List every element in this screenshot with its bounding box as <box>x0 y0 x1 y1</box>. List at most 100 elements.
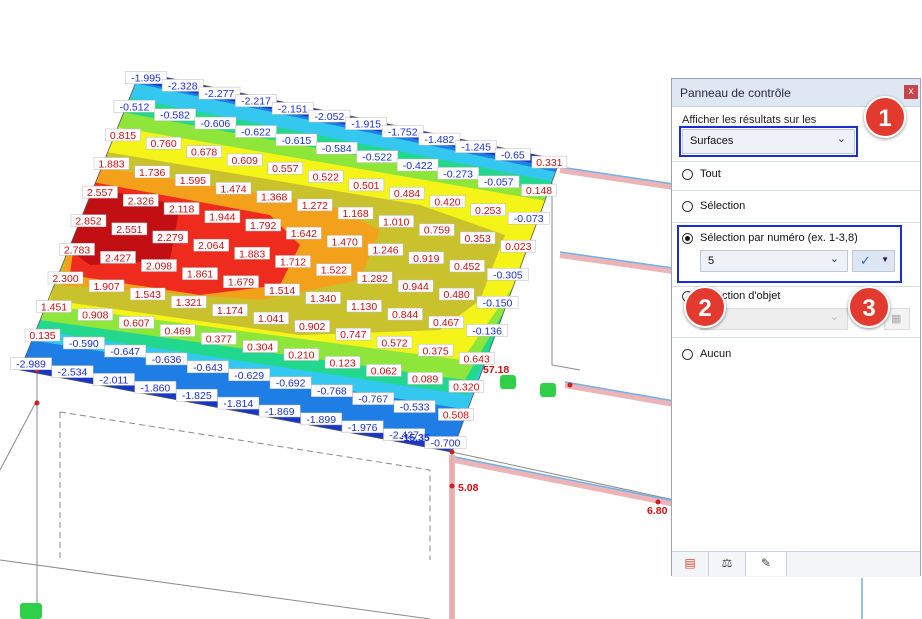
value-label: 0.522 <box>313 172 339 184</box>
tab-balance[interactable]: ⚖ <box>709 552 746 576</box>
value-label: 0.747 <box>340 329 366 341</box>
value-label: -0.692 <box>276 378 306 390</box>
value-label: -2.151 <box>278 103 308 115</box>
tab-results[interactable]: ▤ <box>672 552 709 576</box>
value-label: 1.130 <box>351 301 377 313</box>
value-label: 0.062 <box>371 365 397 377</box>
value-label: 1.792 <box>250 220 276 232</box>
radio-aucun[interactable] <box>682 349 693 360</box>
value-label: -0.512 <box>120 101 150 113</box>
badge-1: 1 <box>864 96 906 138</box>
value-label: 0.023 <box>505 241 531 253</box>
value-label: 0.480 <box>443 289 469 301</box>
value-label: 1.907 <box>93 281 119 293</box>
value-label: -1.825 <box>182 390 212 402</box>
select-in-view-button[interactable]: ✓ ▼ <box>852 250 895 272</box>
value-label: 0.609 <box>232 155 258 167</box>
value-label: 0.148 <box>526 185 552 197</box>
value-label: 0.467 <box>433 317 459 329</box>
pick-objects-icon: ▦ <box>891 313 902 325</box>
value-label: 1.944 <box>209 212 235 224</box>
value-label: 0.501 <box>353 180 379 192</box>
chevron-down-icon: ⌄ <box>829 253 839 265</box>
value-label: 1.010 <box>383 216 409 228</box>
value-label: 1.736 <box>139 167 165 179</box>
value-label: 1.883 <box>98 159 124 171</box>
value-label: 0.908 <box>82 310 108 322</box>
value-label: 1.282 <box>362 273 388 285</box>
value-label: 0.678 <box>191 147 217 159</box>
value-6-80: 6.80 <box>647 505 668 517</box>
value-label: 0.944 <box>403 281 429 293</box>
value-label: -0.647 <box>110 346 140 358</box>
value-label: 2.326 <box>128 195 154 207</box>
value-label: -2.328 <box>168 80 198 92</box>
value-label: -0.136 <box>472 325 502 337</box>
value-label: -0.629 <box>234 370 264 382</box>
radio-selection[interactable] <box>682 201 693 212</box>
separator <box>672 190 920 191</box>
value-label: 1.543 <box>135 289 161 301</box>
radio-tout[interactable] <box>682 169 693 180</box>
badge-2: 2 <box>684 286 726 328</box>
value-label: 0.353 <box>464 233 490 245</box>
value-label: 0.919 <box>413 253 439 265</box>
value-label: 0.452 <box>454 261 480 273</box>
close-button[interactable]: x <box>904 85 918 99</box>
value-label: -0.700 <box>431 438 461 450</box>
value-label: -1.869 <box>265 406 295 418</box>
radio-par-numero[interactable] <box>682 233 693 244</box>
value-label: 2.098 <box>146 261 172 273</box>
value-label: 0.375 <box>422 345 448 357</box>
edit-display-icon: ✎ <box>760 556 772 570</box>
value-label: -2.277 <box>205 88 235 100</box>
badge-3: 3 <box>848 286 890 328</box>
value-label: -0.582 <box>160 110 190 122</box>
value-label: 0.572 <box>381 337 407 349</box>
value-15-35: -15.35 <box>400 432 430 444</box>
value-label: -0.643 <box>193 362 223 374</box>
value-label: 0.123 <box>329 357 355 369</box>
value-label: 1.168 <box>342 208 368 220</box>
value-label: -1.245 <box>461 142 491 154</box>
value-label: 0.844 <box>392 309 418 321</box>
surfaces-dropdown[interactable]: Surfaces ⌄ <box>682 129 855 154</box>
value-label: -0.150 <box>483 297 513 309</box>
value-label: 0.135 <box>29 330 55 342</box>
value-label: 2.064 <box>198 240 224 252</box>
value-label: 0.759 <box>424 225 450 237</box>
value-label: 0.760 <box>150 138 176 150</box>
value-label: -2.217 <box>241 96 271 108</box>
value-label: 0.902 <box>299 321 325 333</box>
value-label: 1.174 <box>217 305 243 317</box>
value-label: 0.508 <box>443 410 469 422</box>
value-label: 1.470 <box>332 236 358 248</box>
value-label: 0.557 <box>272 163 298 175</box>
value-label: 0.815 <box>110 130 136 142</box>
value-label: 2.427 <box>105 252 131 264</box>
value-label: -1.860 <box>141 382 171 394</box>
value-label: -0.636 <box>152 354 182 366</box>
value-label: -0.622 <box>241 127 271 139</box>
number-dropdown[interactable]: 5 ⌄ <box>700 250 848 272</box>
value-label: 1.883 <box>239 248 265 260</box>
value-label: 2.279 <box>157 232 183 244</box>
radio-aucun-label: Aucun <box>700 348 732 360</box>
value-label: -2.989 <box>16 359 46 371</box>
value-label: -0.057 <box>484 177 514 189</box>
results-icon: ▤ <box>684 556 696 570</box>
value-label: 2.852 <box>75 216 101 228</box>
value-label: 0.089 <box>412 373 438 385</box>
value-label: -1.752 <box>388 126 418 138</box>
value-label: 0.484 <box>394 188 420 200</box>
value-label: -1.814 <box>223 398 253 410</box>
value-label: -0.768 <box>317 386 347 398</box>
section-label: Afficher les résultats sur les <box>682 114 817 126</box>
tab-display[interactable]: ✎ <box>746 552 787 576</box>
value-label: -1.482 <box>425 134 455 146</box>
value-label: -0.590 <box>69 338 99 350</box>
chevron-down-icon: ⌄ <box>829 311 839 323</box>
value-57-18: 57.18 <box>483 364 509 376</box>
value-label: 1.340 <box>310 293 336 305</box>
value-label: 1.474 <box>220 183 246 195</box>
